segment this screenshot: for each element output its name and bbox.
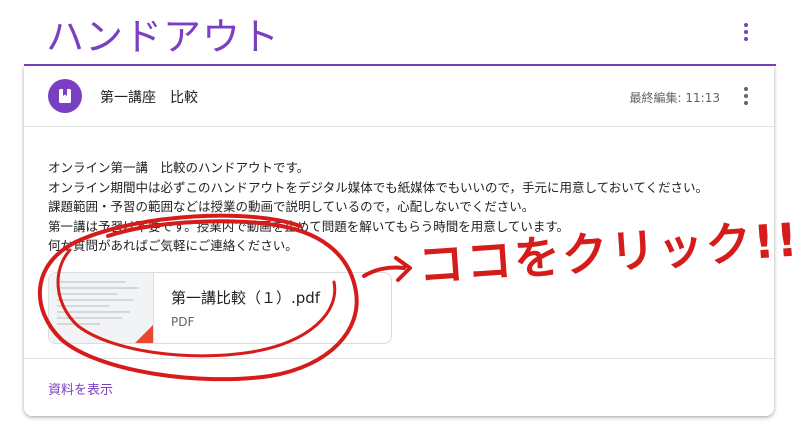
annotation-circle-inner (56, 248, 337, 358)
arrow-right-icon (362, 256, 412, 282)
